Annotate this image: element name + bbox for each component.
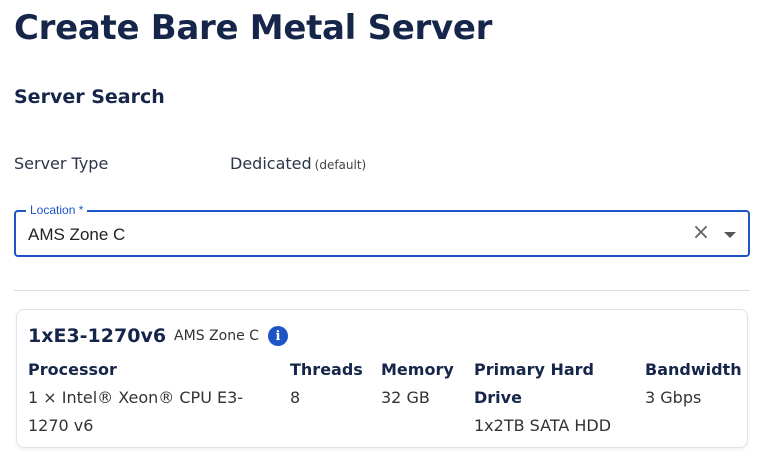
server-card[interactable]: 1xE3-1270v6 AMS Zone C i Processor 1 × I… <box>16 309 748 448</box>
close-icon[interactable]: × <box>690 222 712 244</box>
spec-processor-label: Processor <box>28 360 117 379</box>
server-type-value-text: Dedicated <box>230 154 312 173</box>
section-title-server-search: Server Search <box>14 86 165 108</box>
server-name: 1xE3-1270v6 <box>28 325 167 347</box>
server-location: AMS Zone C <box>174 328 259 344</box>
spec-bandwidth-label: Bandwidth <box>645 360 742 379</box>
spec-drive-label: Primary Hard Drive <box>474 360 594 407</box>
spec-processor-value: 1 × Intel® Xeon® CPU E3-1270 v6 <box>28 388 244 435</box>
spec-threads: Threads 8 <box>290 356 363 412</box>
info-icon[interactable]: i <box>267 326 288 346</box>
server-card-header: 1xE3-1270v6 AMS Zone C i <box>28 325 288 347</box>
server-type-label: Server Type <box>14 154 109 173</box>
spec-threads-label: Threads <box>290 360 363 379</box>
chevron-down-icon[interactable] <box>724 232 736 238</box>
spec-drive-value: 1x2TB SATA HDD <box>474 416 612 435</box>
divider <box>14 290 750 291</box>
spec-memory: Memory 32 GB <box>381 356 454 412</box>
spec-memory-label: Memory <box>381 360 454 379</box>
spec-processor: Processor 1 × Intel® Xeon® CPU E3-1270 v… <box>28 356 258 440</box>
spec-memory-value: 32 GB <box>381 388 430 407</box>
location-label: Location * <box>26 203 88 217</box>
spec-threads-value: 8 <box>290 388 301 407</box>
server-type-default-tag: (default) <box>314 158 367 172</box>
spec-bandwidth: Bandwidth 3 Gbps <box>645 356 742 412</box>
spec-primary-drive: Primary Hard Drive 1x2TB SATA HDD <box>474 356 634 440</box>
server-type-value: Dedicated (default) <box>230 154 366 173</box>
location-input[interactable]: AMS Zone C <box>28 225 125 245</box>
page-title: Create Bare Metal Server <box>14 8 493 48</box>
spec-bandwidth-value: 3 Gbps <box>645 388 702 407</box>
location-select[interactable]: Location * AMS Zone C × <box>14 203 750 257</box>
